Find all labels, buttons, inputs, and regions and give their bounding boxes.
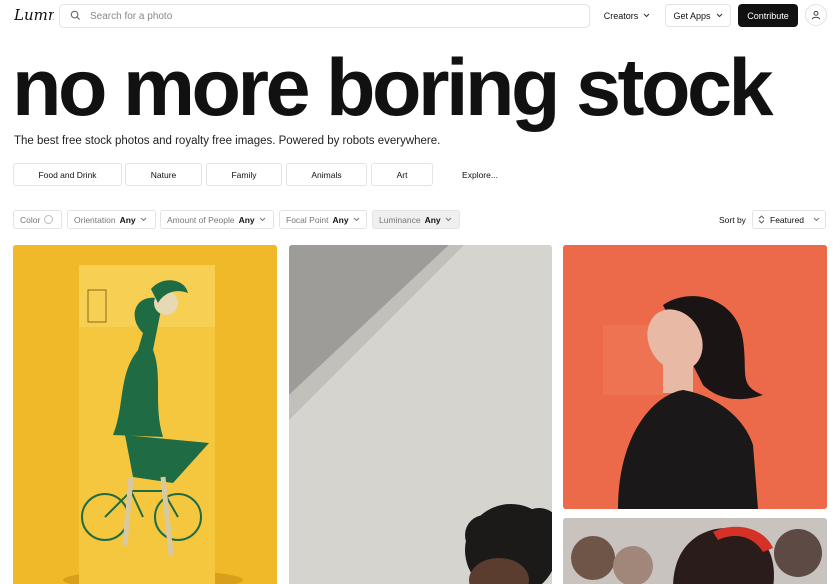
people-filter-value: Any — [238, 214, 255, 225]
photo-card[interactable] — [289, 245, 552, 584]
user-account-button[interactable] — [805, 4, 827, 26]
search-icon — [70, 10, 82, 22]
orientation-filter[interactable]: Orientation Any — [67, 210, 156, 229]
contribute-button[interactable]: Contribute — [738, 4, 798, 27]
category-food-and-drink[interactable]: Food and Drink — [13, 163, 122, 186]
chevron-down-icon — [259, 217, 265, 222]
chevron-down-icon — [813, 217, 820, 222]
chevron-down-icon — [716, 13, 722, 18]
search-input[interactable] — [90, 10, 570, 22]
chevron-down-icon — [353, 217, 359, 222]
creators-menu-button[interactable]: Creators — [598, 4, 656, 27]
page-subtitle: The best free stock photos and royalty f… — [14, 135, 441, 147]
focal-filter-label: Focal Point — [286, 214, 329, 225]
focal-point-filter[interactable]: Focal Point Any — [279, 210, 367, 229]
luminance-filter-label: Luminance — [379, 214, 421, 225]
search-bar[interactable] — [59, 4, 590, 28]
luminance-filter-value: Any — [424, 214, 441, 225]
chevron-down-icon — [445, 217, 452, 222]
focal-filter-value: Any — [332, 214, 349, 225]
amount-of-people-filter[interactable]: Amount of People Any — [160, 210, 274, 229]
lummi-logo[interactable]: Lummi — [14, 4, 54, 28]
category-nature[interactable]: Nature — [125, 163, 202, 186]
color-filter-label: Color — [20, 214, 41, 225]
category-animals[interactable]: Animals — [286, 163, 367, 186]
photo-card[interactable] — [563, 245, 827, 509]
orientation-filter-value: Any — [119, 214, 136, 225]
chevron-down-icon — [140, 217, 147, 222]
creators-label: Creators — [603, 10, 639, 21]
woman-orange-background-image — [563, 245, 827, 509]
photo-card[interactable] — [13, 245, 277, 584]
sort-select[interactable]: Featured — [752, 210, 826, 229]
contribute-label: Contribute — [747, 10, 789, 21]
category-family[interactable]: Family — [206, 163, 282, 186]
get-apps-button[interactable]: Get Apps — [665, 4, 731, 27]
color-filter[interactable]: Color — [13, 210, 62, 229]
logo-text: Lummi — [14, 6, 54, 24]
luminance-filter[interactable]: Luminance Any — [372, 210, 460, 229]
sort-value: Featured — [770, 214, 805, 225]
category-art[interactable]: Art — [371, 163, 433, 186]
explore-link[interactable]: Explore... — [450, 163, 510, 186]
portrait-shadow-image — [289, 245, 552, 584]
orientation-filter-label: Orientation — [74, 214, 116, 225]
crowd-portrait-image — [563, 518, 827, 584]
get-apps-label: Get Apps — [673, 10, 711, 21]
user-icon — [811, 10, 821, 20]
color-swatch-icon — [44, 215, 54, 224]
milk-carton-illustration-image — [13, 245, 277, 584]
page-title: no more boring stock — [12, 43, 774, 133]
sort-by-label: Sort by — [719, 215, 746, 225]
chevron-down-icon — [643, 13, 650, 18]
photo-card[interactable] — [563, 518, 827, 584]
sort-icon — [758, 215, 765, 224]
people-filter-label: Amount of People — [167, 214, 235, 225]
